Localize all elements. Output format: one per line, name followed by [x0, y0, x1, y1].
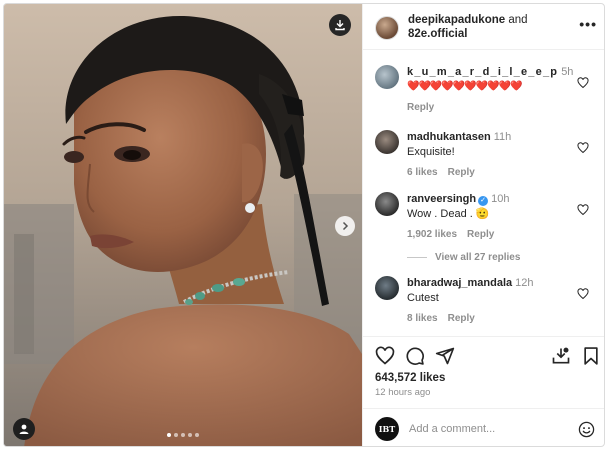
comment-icon[interactable] — [405, 346, 425, 366]
comment-likes[interactable]: 8 likes — [407, 313, 438, 324]
comments-scrollbar[interactable] — [604, 269, 605, 281]
more-options-button[interactable]: ••• — [579, 16, 597, 32]
add-comment-input[interactable] — [409, 418, 569, 440]
heart-icon[interactable] — [375, 346, 395, 366]
comment-list[interactable]: k_u_m_a_r_d_i_l_e_e_p 5h ❤️❤️❤️❤️❤️❤️❤️❤️… — [363, 51, 605, 335]
commenter-avatar[interactable] — [375, 276, 399, 300]
comment-composer: IBT — [363, 408, 604, 446]
post-sidebar: deepikapadukone and 82e.official ••• k_u… — [362, 4, 605, 446]
carousel-dot — [174, 433, 178, 437]
likes-count[interactable]: 643,572 likes — [375, 372, 445, 384]
commenter-avatar[interactable] — [375, 130, 399, 154]
commenter-username[interactable]: bharadwaj_mandala — [407, 277, 512, 289]
post-dialog: deepikapadukone and 82e.official ••• k_u… — [3, 3, 605, 447]
next-image-button[interactable] — [335, 216, 355, 236]
commenter-avatar[interactable] — [375, 65, 399, 89]
comment-body: ranveersingh ✓ 10h Wow . Dead . 🫡 1,902 li… — [407, 192, 577, 242]
author-username[interactable]: deepikapadukone — [408, 14, 505, 26]
reply-button[interactable]: Reply — [407, 102, 434, 113]
comment-body: bharadwaj_mandala 12h Cutest 8 likes Reply — [407, 276, 577, 326]
commenter-username[interactable]: madhukantasen — [407, 131, 491, 143]
download-button[interactable] — [329, 14, 351, 36]
comment-meta: 8 likes Reply — [407, 312, 577, 326]
action-icons — [375, 346, 601, 366]
carousel-dot — [195, 433, 199, 437]
post-photo — [4, 4, 362, 446]
collaborator-username[interactable]: 82e.official — [408, 28, 467, 40]
reply-button[interactable]: Reply — [448, 313, 475, 324]
carousel-dot — [167, 433, 171, 437]
post-actions: 643,572 likes 12 hours ago — [363, 336, 604, 408]
carousel-dot — [188, 433, 192, 437]
heart-icon[interactable] — [577, 77, 589, 89]
heart-icon[interactable] — [577, 142, 589, 154]
comment-meta: Reply — [407, 101, 577, 115]
comment-meta: 1,902 likes Reply — [407, 228, 577, 242]
comment-time: 10h — [491, 193, 510, 205]
smiley-icon[interactable] — [578, 421, 595, 438]
comment-time: 11h — [493, 131, 512, 143]
heart-icon[interactable] — [577, 204, 589, 216]
comment-likes[interactable]: 1,902 likes — [407, 229, 457, 240]
bookmark-icon[interactable] — [581, 346, 601, 366]
post-authors: deepikapadukone and 82e.official — [408, 13, 578, 41]
authors-joiner: and — [505, 14, 528, 26]
send-icon[interactable] — [435, 346, 455, 366]
post-media[interactable] — [4, 4, 362, 446]
verified-badge-icon: ✓ — [478, 196, 489, 206]
download-icon[interactable] — [551, 346, 571, 366]
comment-likes[interactable]: 6 likes — [407, 167, 438, 178]
commenter-username[interactable]: ranveersingh — [407, 193, 476, 205]
reply-button[interactable]: Reply — [448, 167, 475, 178]
comment-time: 5h — [561, 66, 574, 78]
view-replies-button[interactable]: View all 27 replies — [407, 252, 520, 263]
heart-icon[interactable] — [577, 288, 589, 300]
download-icon — [335, 20, 345, 31]
comment-text: Wow . Dead . 🫡 — [407, 208, 490, 220]
comment-body: madhukantasen 11h Exquisite! 6 likes Reply — [407, 130, 577, 180]
chevron-right-icon — [342, 221, 349, 231]
post-header: deepikapadukone and 82e.official ••• — [363, 4, 604, 50]
carousel-dot — [181, 433, 185, 437]
comment-body: k_u_m_a_r_d_i_l_e_e_p 5h ❤️❤️❤️❤️❤️❤️❤️❤️… — [407, 65, 577, 115]
comment-meta: 6 likes Reply — [407, 166, 577, 180]
commenter-username[interactable]: k_u_m_a_r_d_i_l_e_e_p — [407, 66, 558, 78]
view-replies-label: View all 27 replies — [435, 252, 521, 263]
replies-divider — [407, 257, 427, 258]
reply-button[interactable]: Reply — [467, 229, 494, 240]
comment-text: Exquisite! — [407, 146, 455, 158]
comment-time: 12h — [515, 277, 534, 289]
comment-text: Cutest — [407, 292, 439, 304]
commenter-avatar[interactable] — [375, 192, 399, 216]
post-timestamp: 12 hours ago — [375, 387, 431, 398]
current-user-avatar: IBT — [375, 417, 399, 441]
comment-text: ❤️❤️❤️❤️❤️❤️❤️❤️❤️❤️ — [407, 81, 523, 92]
carousel-indicator — [4, 433, 362, 437]
author-avatar[interactable] — [375, 16, 399, 40]
